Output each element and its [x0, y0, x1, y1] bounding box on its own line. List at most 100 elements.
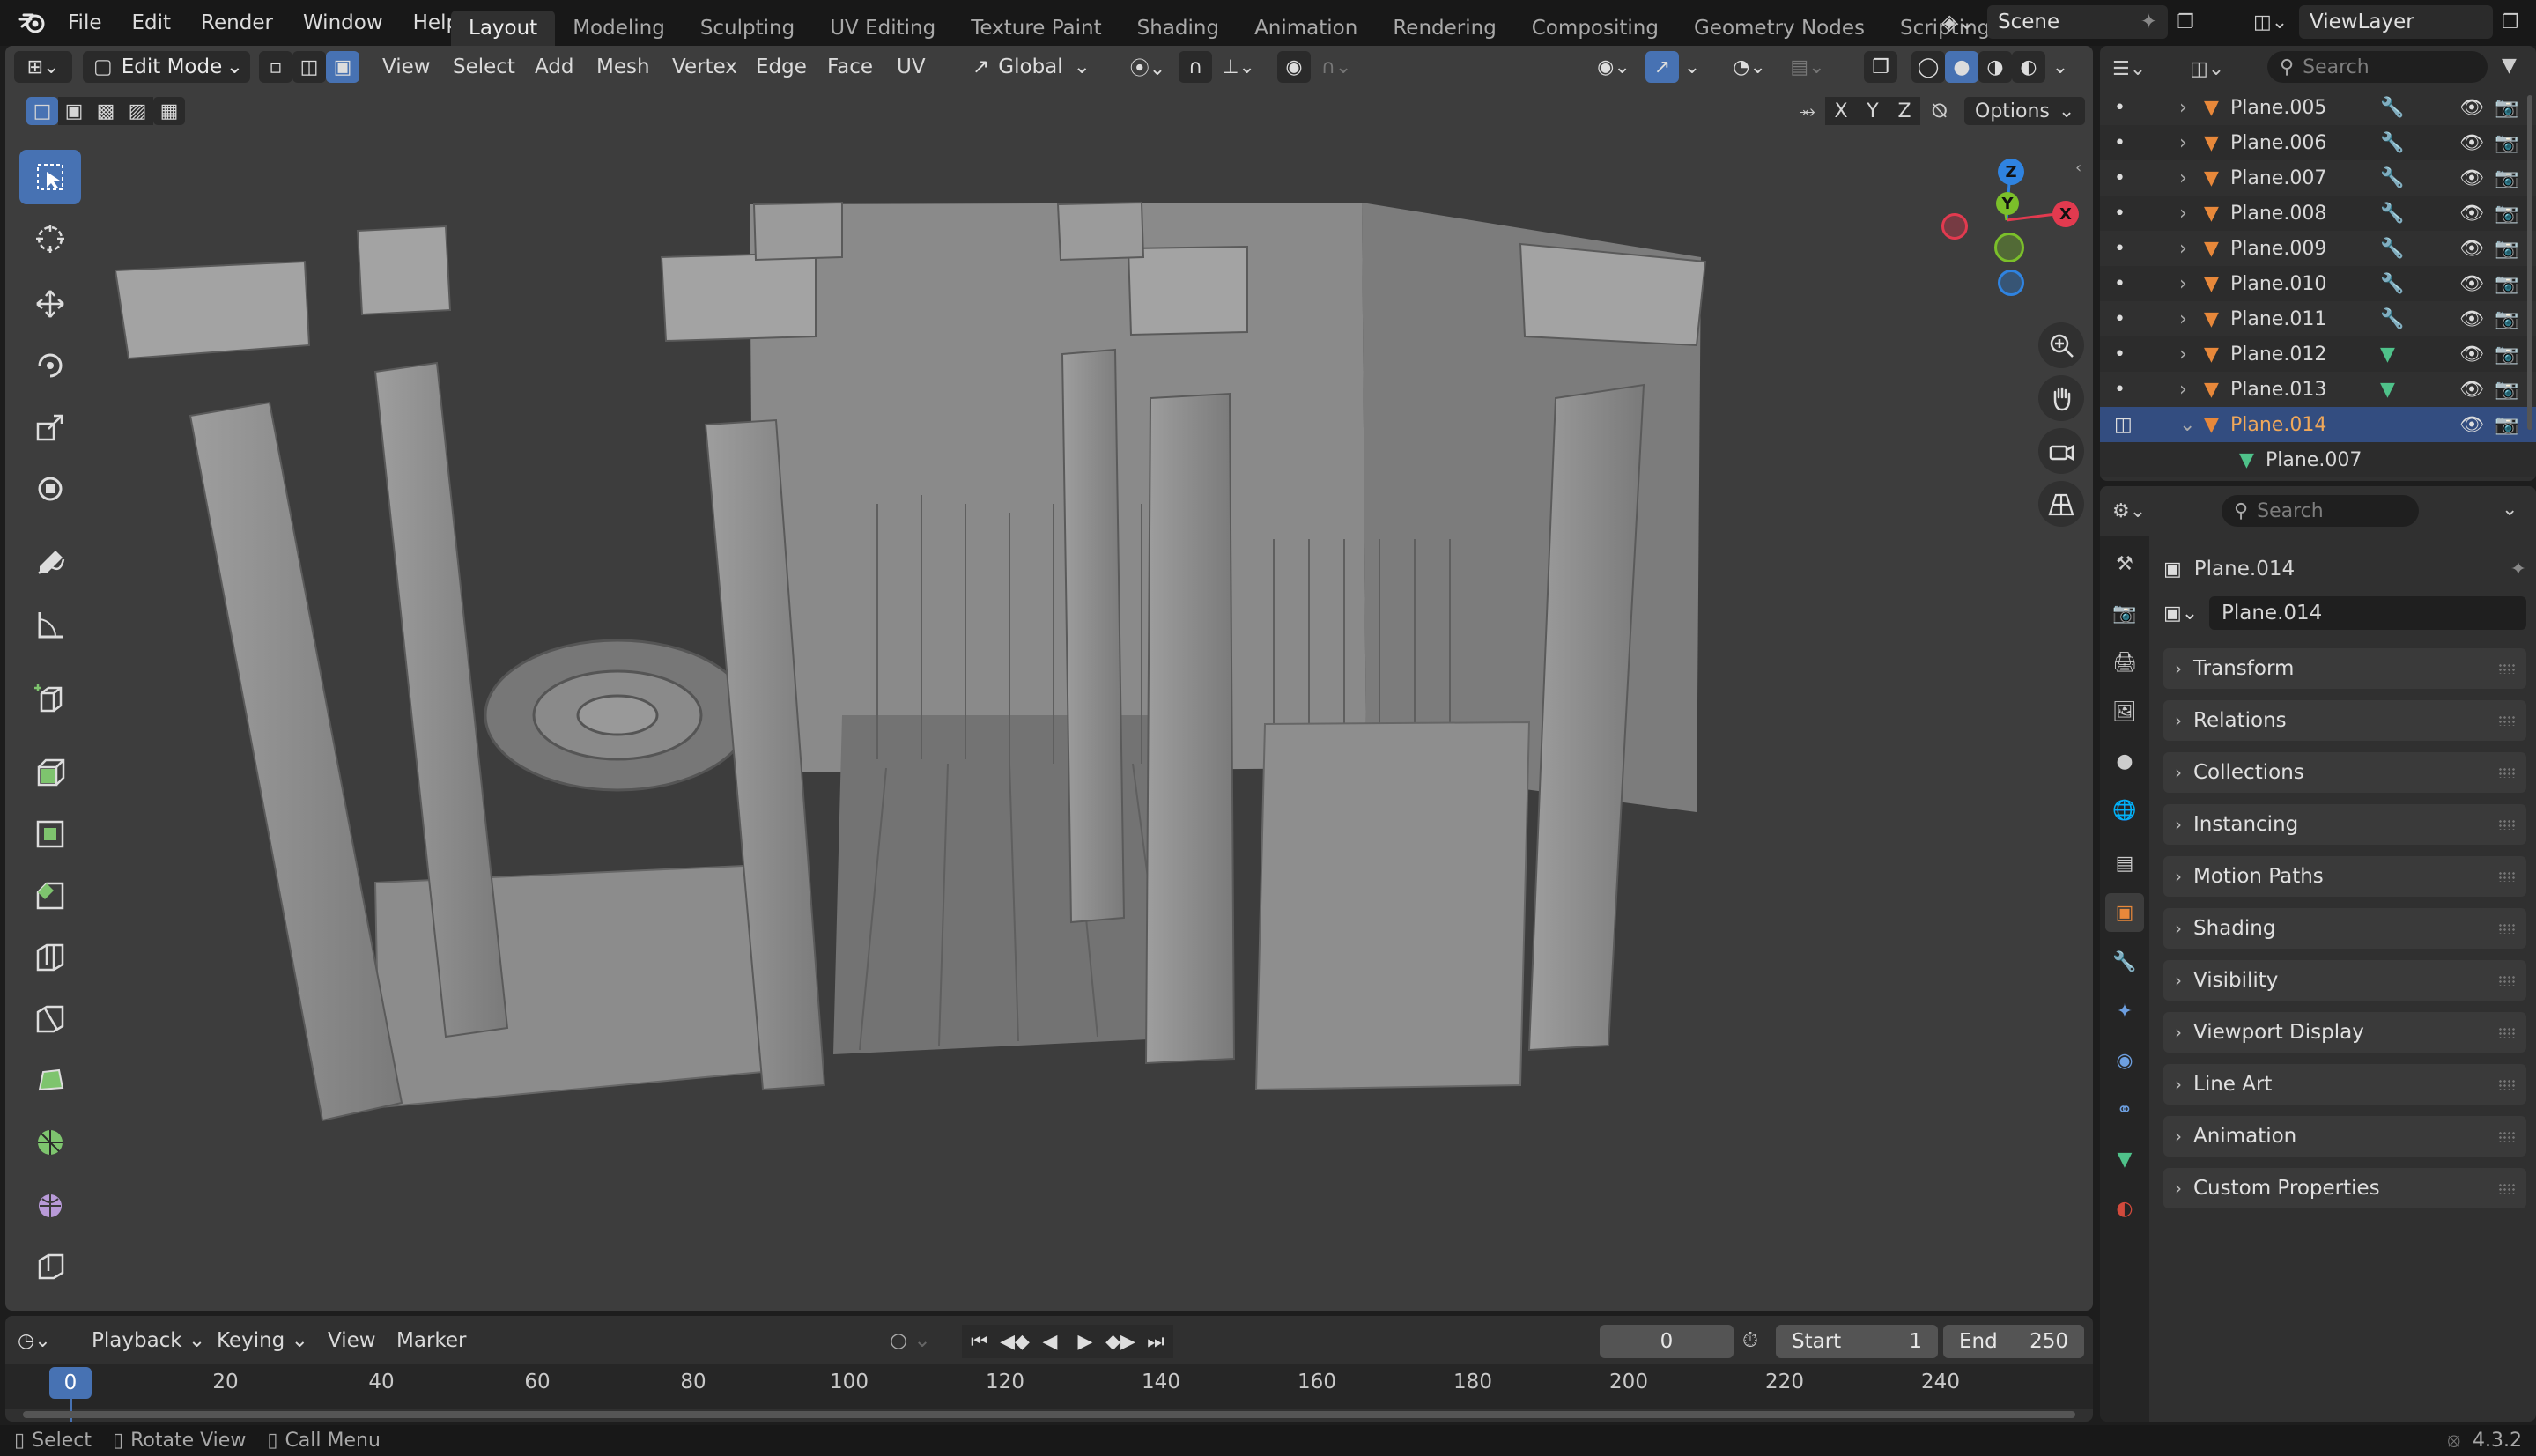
chevron-right-icon[interactable]: › — [2179, 379, 2187, 401]
pin-icon[interactable]: ✦ — [2140, 11, 2157, 33]
tab-sculpting[interactable]: Sculpting — [683, 11, 812, 46]
menu-timeline-view[interactable]: View — [328, 1325, 376, 1356]
tab-layout[interactable]: Layout — [451, 11, 556, 46]
outliner-row[interactable]: ◫ ⌄ ▼ Plane.014 👁 📷 — [2100, 407, 2536, 442]
eye-icon[interactable]: 👁 — [2459, 238, 2484, 260]
gizmo-neg-y-axis[interactable] — [1994, 233, 2024, 262]
panel-custom-properties[interactable]: › Custom Properties — [2163, 1168, 2526, 1208]
gizmo-neg-x-axis[interactable] — [1941, 213, 1968, 240]
menu-marker[interactable]: Marker — [396, 1325, 467, 1356]
wrench-icon[interactable]: 🔧 — [2380, 167, 2404, 189]
outliner-row[interactable]: • › ▼ Plane.007 🔧 👁 📷 — [2100, 160, 2536, 196]
dot-icon[interactable]: • — [2114, 238, 2126, 260]
chevron-down-icon[interactable]: ⌄ — [2502, 499, 2518, 521]
dot-icon[interactable]: • — [2114, 379, 2126, 401]
start-frame-field[interactable]: Start 1 — [1776, 1325, 1938, 1358]
dot-icon[interactable]: • — [2114, 97, 2126, 119]
dot-icon[interactable]: • — [2114, 203, 2126, 225]
panel-viewport-display[interactable]: › Viewport Display — [2163, 1012, 2526, 1053]
prev-keyframe-icon[interactable]: ◀◆ — [997, 1325, 1032, 1358]
gizmo-y-axis[interactable]: Y — [1996, 192, 2019, 215]
camera-icon[interactable]: 📷 — [2495, 132, 2518, 154]
eye-icon[interactable]: 👁 — [2459, 97, 2484, 119]
dot-icon[interactable]: • — [2114, 308, 2126, 330]
outliner-search-input[interactable]: ⚲ Search — [2267, 51, 2488, 83]
gizmo-neg-z-axis[interactable] — [1998, 270, 2024, 296]
chevron-right-icon[interactable]: › — [2179, 238, 2187, 260]
drag-handle-icon[interactable] — [2498, 767, 2516, 778]
outliner-row[interactable]: • › ▼ Plane.013 ▼ 👁 📷 — [2100, 372, 2536, 407]
mesh-model[interactable] — [5, 46, 2093, 1311]
outliner-row[interactable]: • › ▼ Plane.008 🔧 👁 📷 — [2100, 196, 2536, 231]
auto-keying-icon[interactable]: ○ ⌄ — [890, 1325, 931, 1356]
collection-tab-icon[interactable]: ▤ — [2105, 844, 2144, 883]
perspective-toggle-icon[interactable] — [2038, 481, 2084, 527]
physics-tab-icon[interactable]: ◉ — [2105, 1041, 2144, 1080]
outliner-row[interactable]: • › ▼ Plane.005 🔧 👁 📷 — [2100, 90, 2536, 125]
camera-icon[interactable]: 📷 — [2495, 97, 2518, 119]
timeline-scrollbar[interactable] — [23, 1411, 2075, 1418]
new-scene-icon[interactable]: ❐ — [2168, 11, 2203, 33]
object-datablock-icon[interactable]: ▣⌄ — [2163, 602, 2209, 625]
jump-end-icon[interactable]: ⏭ — [1138, 1325, 1173, 1358]
tab-shading[interactable]: Shading — [1120, 11, 1237, 46]
properties-editor-type-icon[interactable]: ⚙⌄ — [2112, 493, 2146, 528]
drag-handle-icon[interactable] — [2498, 819, 2516, 830]
end-frame-field[interactable]: End 250 — [1943, 1325, 2084, 1358]
pan-hand-icon[interactable] — [2038, 375, 2084, 421]
menu-keying[interactable]: Keying ⌄ — [217, 1325, 308, 1356]
camera-icon[interactable]: 📷 — [2495, 203, 2518, 225]
edit-mode-icon[interactable]: ◫ — [2114, 414, 2133, 436]
display-mode-icon[interactable]: ◫⌄ — [2190, 51, 2224, 86]
dot-icon[interactable]: • — [2114, 132, 2126, 154]
data-tab-icon[interactable]: ▼ — [2105, 1140, 2144, 1179]
new-view-layer-icon[interactable]: ❐ — [2493, 11, 2528, 33]
panel-transform[interactable]: › Transform — [2163, 648, 2526, 689]
drag-handle-icon[interactable] — [2498, 975, 2516, 986]
drag-handle-icon[interactable] — [2498, 1183, 2516, 1194]
tab-rendering[interactable]: Rendering — [1375, 11, 1513, 46]
zoom-icon[interactable] — [2038, 322, 2084, 368]
playhead[interactable]: 0 — [49, 1367, 92, 1399]
view-layer-selector[interactable]: ◫⌄ ViewLayer ❐ — [2253, 5, 2528, 39]
chevron-down-icon[interactable]: ⌄ — [2179, 414, 2195, 436]
menu-render[interactable]: Render — [186, 5, 288, 41]
material-tab-icon[interactable]: ◐ — [2105, 1189, 2144, 1228]
view-layer-tab-icon[interactable]: 🖼 — [2105, 692, 2144, 731]
camera-icon[interactable]: 📷 — [2495, 308, 2518, 330]
gizmo-x-axis[interactable]: X — [2052, 201, 2079, 227]
sidebar-toggle-icon[interactable]: ‹ — [2075, 159, 2081, 177]
chevron-right-icon[interactable]: › — [2179, 203, 2187, 225]
chevron-right-icon[interactable]: › — [2179, 167, 2187, 189]
tab-uv-editing[interactable]: UV Editing — [812, 11, 953, 46]
tab-geometry-nodes[interactable]: Geometry Nodes — [1676, 11, 1882, 46]
eye-icon[interactable]: 👁 — [2459, 308, 2484, 330]
drag-handle-icon[interactable] — [2498, 871, 2516, 882]
outliner-child-row[interactable]: ▼ Plane.007 — [2100, 442, 2536, 477]
wrench-icon[interactable]: 🔧 — [2380, 238, 2404, 260]
timeline-editor-type-icon[interactable]: ◷⌄ — [18, 1325, 51, 1356]
jump-start-icon[interactable]: ⏮ — [962, 1325, 997, 1358]
camera-view-icon[interactable] — [2038, 428, 2084, 474]
next-keyframe-icon[interactable]: ◆▶ — [1103, 1325, 1138, 1358]
tool-tab-icon[interactable]: ⚒ — [2105, 544, 2144, 583]
play-icon[interactable]: ▶ — [1068, 1325, 1103, 1358]
panel-relations[interactable]: › Relations — [2163, 700, 2526, 741]
menu-window[interactable]: Window — [288, 5, 398, 41]
render-tab-icon[interactable]: 📷 — [2105, 594, 2144, 632]
chevron-right-icon[interactable]: › — [2179, 132, 2187, 154]
object-name-field[interactable]: Plane.014 — [2209, 596, 2526, 630]
drag-handle-icon[interactable] — [2498, 1131, 2516, 1142]
outliner-editor-type-icon[interactable]: ☰⌄ — [2112, 51, 2146, 86]
outliner-row[interactable]: • › ▼ Plane.009 🔧 👁 📷 — [2100, 231, 2536, 266]
dot-icon[interactable]: • — [2114, 167, 2126, 189]
tab-compositing[interactable]: Compositing — [1514, 11, 1676, 46]
eye-icon[interactable]: 👁 — [2459, 273, 2484, 295]
mesh-data-icon[interactable]: ▼ — [2380, 344, 2395, 366]
navigation-gizmo[interactable]: Z X Y — [1926, 152, 2084, 301]
menu-edit[interactable]: Edit — [117, 5, 187, 41]
panel-visibility[interactable]: › Visibility — [2163, 960, 2526, 1001]
modifiers-tab-icon[interactable]: 🔧 — [2105, 942, 2144, 981]
chevron-right-icon[interactable]: › — [2179, 344, 2187, 366]
pin-icon[interactable]: ✦ — [2510, 558, 2526, 580]
